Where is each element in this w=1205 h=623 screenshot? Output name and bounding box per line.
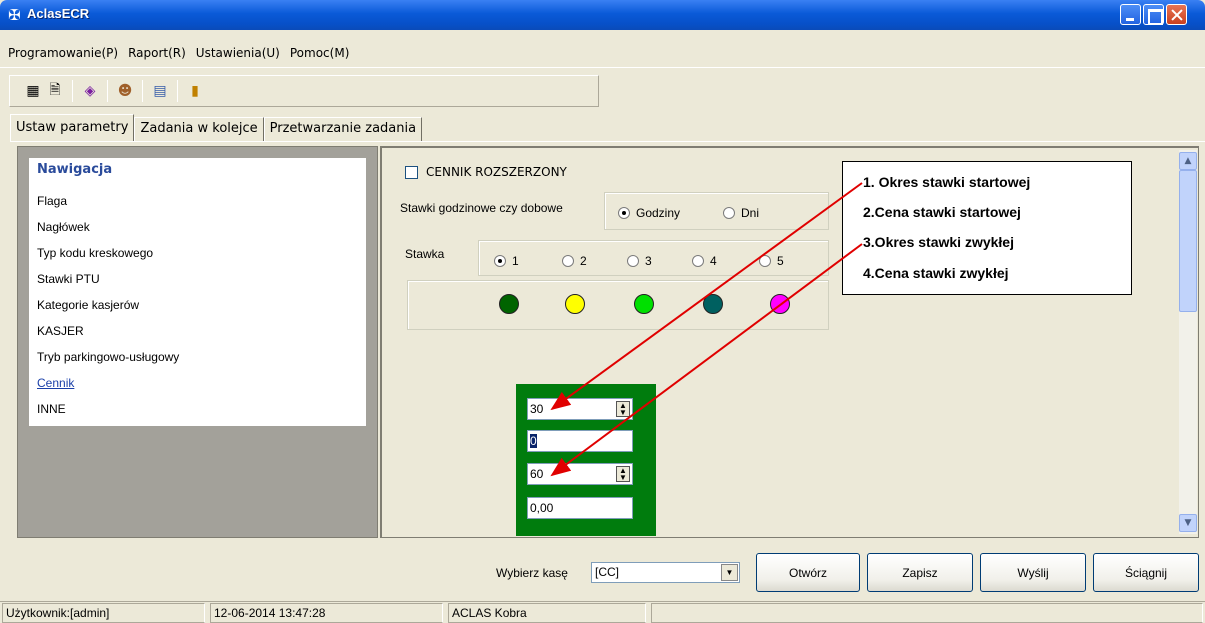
status-empty xyxy=(651,603,1203,623)
otworz-button[interactable]: Otwórz xyxy=(756,553,860,592)
annotation-arrows xyxy=(550,182,863,477)
wybierz-kase-label: Wybierz kasę xyxy=(496,566,568,580)
status-user: Użytkownik:[admin] xyxy=(2,603,205,623)
kasa-select[interactable]: [CC] ▼ xyxy=(591,562,740,583)
sciagnij-button[interactable]: Ściągnij xyxy=(1093,553,1199,592)
wyslij-button[interactable]: Wyślij xyxy=(980,553,1086,592)
zapisz-button[interactable]: Zapisz xyxy=(867,553,973,592)
kasa-select-value: [CC] xyxy=(595,565,619,579)
status-datetime: 12-06-2014 13:47:28 xyxy=(210,603,443,623)
arrow-to-okres-startowy xyxy=(550,182,863,411)
arrow-to-okres-zwykly xyxy=(550,243,863,477)
status-device: ACLAS Kobra xyxy=(448,603,646,623)
chevron-down-icon[interactable]: ▼ xyxy=(721,564,738,581)
